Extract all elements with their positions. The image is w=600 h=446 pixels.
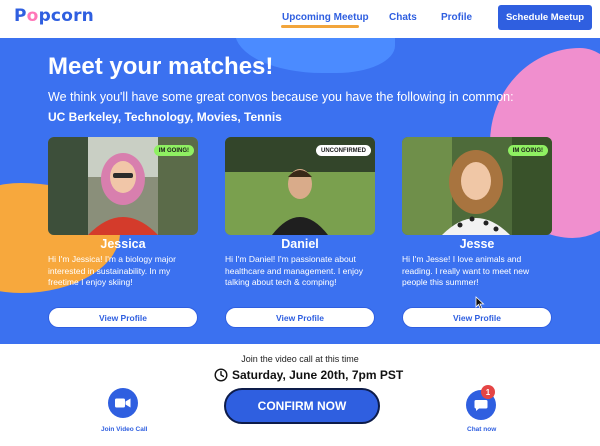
- join-call-label: Join the video call at this time: [241, 354, 359, 364]
- status-badge: IM GOING!: [153, 145, 194, 156]
- mouse-cursor-icon: [475, 296, 485, 310]
- match-photo: IM GOING!: [402, 137, 552, 235]
- logo-letter-p: P: [14, 6, 27, 26]
- match-name: Jesse: [459, 237, 495, 251]
- nav-upcoming-meetup[interactable]: Upcoming Meetup: [282, 12, 369, 23]
- meetup-datetime: Saturday, June 20th, 7pm PST: [214, 368, 403, 382]
- match-photo: UNCONFIRMED: [225, 137, 375, 235]
- page-title: Meet your matches!: [48, 53, 274, 80]
- common-interests-intro: We think you'll have some great convos b…: [48, 90, 514, 104]
- schedule-meetup-button[interactable]: Schedule Meetup: [498, 5, 592, 30]
- chat-bubble-icon: [474, 399, 488, 411]
- match-card-jesse: IM GOING! Jesse Hi I'm Jesse! I love ani…: [402, 137, 552, 328]
- matches-hero: Meet your matches! We think you'll have …: [0, 38, 600, 344]
- chat-now-label: Chat now: [467, 426, 497, 433]
- join-video-call-label: Join Video Call: [101, 426, 148, 433]
- match-photo: IM GOING!: [48, 137, 198, 235]
- match-card-daniel: UNCONFIRMED Daniel Hi I'm Daniel! I'm pa…: [225, 137, 375, 328]
- status-badge: UNCONFIRMED: [316, 145, 371, 156]
- view-profile-button[interactable]: View Profile: [225, 307, 375, 328]
- clock-icon: [214, 368, 228, 382]
- notification-badge: 1: [481, 385, 495, 399]
- active-tab-underline: [281, 25, 359, 28]
- match-name: Daniel: [281, 237, 319, 251]
- nav-chats[interactable]: Chats: [389, 12, 417, 23]
- match-bio: Hi I'm Jessica! I'm a biology major inte…: [48, 254, 176, 287]
- logo-letter-o: o: [26, 6, 39, 26]
- match-card-jessica: IM GOING! Jessica Hi I'm Jessica! I'm a …: [48, 137, 198, 328]
- meetup-datetime-text: Saturday, June 20th, 7pm PST: [232, 368, 404, 382]
- video-camera-icon: [115, 398, 131, 408]
- view-profile-button[interactable]: View Profile: [48, 307, 198, 328]
- common-interests: UC Berkeley, Technology, Movies, Tennis: [48, 110, 282, 124]
- popcorn-logo[interactable]: Popcorn: [14, 6, 94, 26]
- confirm-now-button[interactable]: CONFIRM NOW: [224, 388, 380, 424]
- match-bio: Hi I'm Daniel! I'm passionate about heal…: [225, 254, 363, 287]
- logo-rest: pcorn: [38, 6, 94, 26]
- view-profile-button[interactable]: View Profile: [402, 307, 552, 328]
- meetup-actions: Join the video call at this time Saturda…: [0, 296, 600, 446]
- match-name: Jessica: [100, 237, 146, 251]
- app-page: Popcorn Upcoming Meetup Chats Profile Sc…: [0, 0, 600, 446]
- join-video-call-button[interactable]: [108, 388, 138, 418]
- top-nav: Popcorn Upcoming Meetup Chats Profile Sc…: [0, 0, 600, 38]
- nav-profile[interactable]: Profile: [441, 12, 472, 23]
- status-badge: IM GOING!: [507, 145, 548, 156]
